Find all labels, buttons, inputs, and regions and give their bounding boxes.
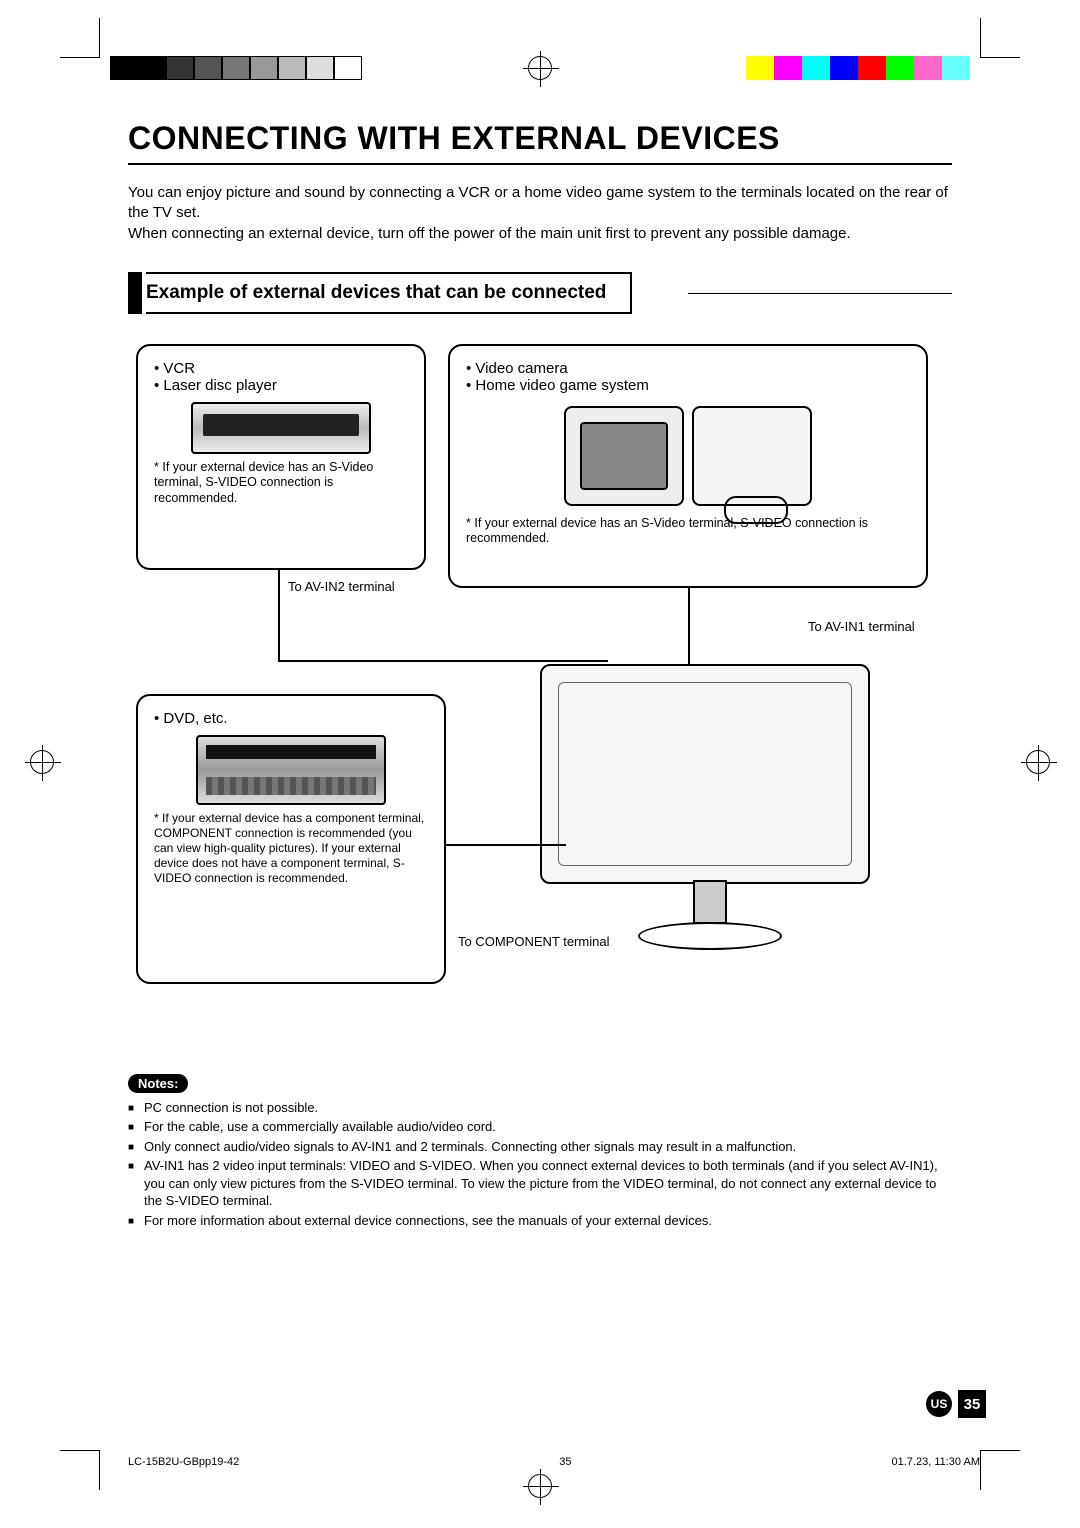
terminal-label-component: To COMPONENT terminal bbox=[458, 934, 609, 949]
notes-section: Notes: PC connection is not possible.For… bbox=[128, 1074, 952, 1230]
game-console-icon bbox=[692, 406, 812, 506]
device-list-item: DVD, etc. bbox=[154, 710, 428, 727]
doc-id: LC-15B2U-GBpp19-42 bbox=[128, 1456, 239, 1468]
dvd-player-icon bbox=[196, 735, 386, 805]
terminal-label-avin1: To AV-IN1 terminal bbox=[808, 619, 915, 634]
tv-rear-illustration bbox=[528, 664, 888, 964]
footer-metadata: LC-15B2U-GBpp19-42 35 01.7.23, 11:30 AM bbox=[128, 1456, 980, 1468]
component-note: If your external device has a component … bbox=[154, 811, 428, 886]
device-box-vcr: VCRLaser disc player If your external de… bbox=[136, 344, 426, 570]
device-box-dvd: DVD, etc. If your external device has a … bbox=[136, 694, 446, 984]
terminal-label-avin2: To AV-IN2 terminal bbox=[288, 579, 395, 594]
video-camera-icon bbox=[564, 406, 684, 506]
notes-badge: Notes: bbox=[128, 1074, 188, 1093]
section-heading-label: Example of external devices that can be … bbox=[146, 272, 632, 314]
grayscale-bar bbox=[110, 56, 362, 80]
device-list-item: Laser disc player bbox=[154, 377, 408, 394]
device-list-item: Home video game system bbox=[466, 377, 910, 394]
page-number: 35 bbox=[958, 1390, 986, 1418]
svideo-note: If your external device has an S-Video t… bbox=[154, 460, 408, 507]
registration-mark-icon bbox=[1026, 750, 1050, 774]
device-box-camera-game: Video cameraHome video game system If yo… bbox=[448, 344, 928, 588]
note-item: AV-IN1 has 2 video input terminals: VIDE… bbox=[128, 1157, 952, 1210]
device-list-item: Video camera bbox=[466, 360, 910, 377]
registration-mark-icon bbox=[528, 1474, 552, 1498]
page-title: CONNECTING WITH EXTERNAL DEVICES bbox=[128, 120, 952, 165]
note-item: For the cable, use a commercially availa… bbox=[128, 1118, 952, 1136]
page-number-badge: US 35 bbox=[926, 1390, 986, 1418]
registration-mark-icon bbox=[30, 750, 54, 774]
vcr-icon bbox=[191, 402, 371, 454]
region-badge: US bbox=[926, 1391, 952, 1417]
section-heading: Example of external devices that can be … bbox=[128, 272, 952, 314]
registration-mark-icon bbox=[528, 56, 552, 80]
note-item: Only connect audio/video signals to AV-I… bbox=[128, 1138, 952, 1156]
note-item: For more information about external devi… bbox=[128, 1212, 952, 1230]
note-item: PC connection is not possible. bbox=[128, 1099, 952, 1117]
device-list-item: VCR bbox=[154, 360, 408, 377]
color-bar bbox=[746, 56, 970, 80]
footer-page: 35 bbox=[559, 1456, 571, 1468]
svideo-note: If your external device has an S-Video t… bbox=[466, 516, 910, 547]
footer-timestamp: 01.7.23, 11:30 AM bbox=[892, 1456, 980, 1468]
intro-text: You can enjoy picture and sound by conne… bbox=[128, 183, 952, 244]
connection-diagram: VCRLaser disc player If your external de… bbox=[128, 344, 952, 1044]
